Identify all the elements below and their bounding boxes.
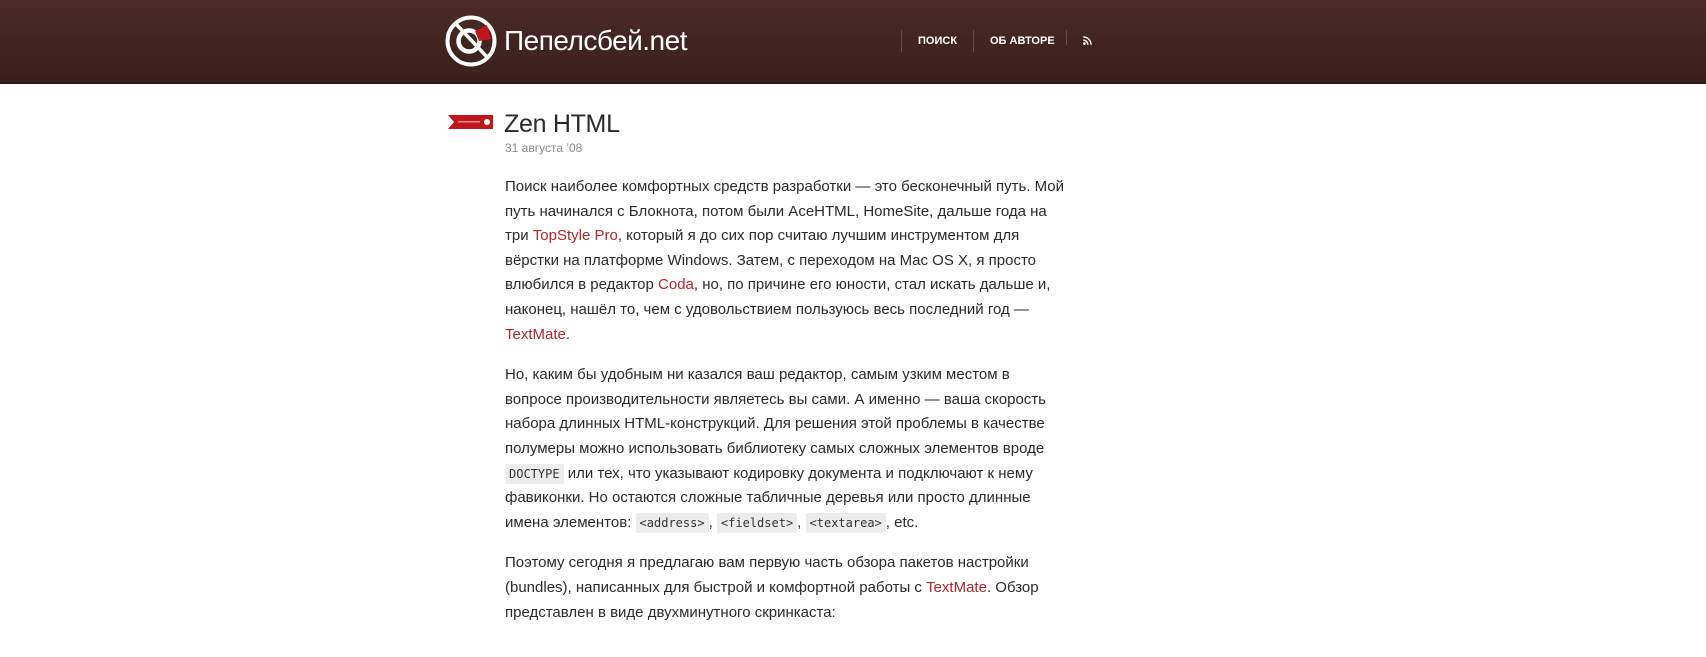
code-address: <address> [635, 512, 709, 533]
text: , [797, 513, 806, 531]
site-name: Пепелсбей.net [504, 25, 687, 56]
logo-icon [445, 15, 497, 67]
code-textarea: <textarea> [805, 512, 886, 533]
link-topstyle-pro[interactable]: TopStyle Pro [533, 227, 618, 244]
link-coda[interactable]: Coda [658, 276, 694, 293]
code-doctype: DOCTYPE [505, 463, 564, 484]
paragraph-3: Поэтому сегодня я предлагаю вам первую ч… [505, 551, 1065, 625]
link-textmate[interactable]: TextMate [505, 326, 566, 343]
text: . [565, 325, 571, 343]
nav-about-link[interactable]: ОБ АВТОРЕ [973, 30, 1071, 52]
post-content: Поиск наиболее комфортных средств разраб… [505, 175, 1065, 641]
text: , etc. [885, 513, 919, 531]
paragraph-2: Но, каким бы удобным ни казался ваш реда… [505, 363, 1065, 535]
post-title: Zen HTML [504, 110, 620, 138]
code-fieldset: <fieldset> [716, 512, 798, 533]
rss-icon [1083, 36, 1092, 45]
post-ribbon-icon [448, 115, 493, 129]
text: , [708, 513, 717, 531]
nav-search-link[interactable]: ПОИСК [901, 30, 973, 52]
site-logo-link[interactable]: Пепелсбей.net [444, 14, 687, 68]
site-header: Пепелсбей.net ПОИСК ОБ АВТОРЕ [0, 0, 1706, 84]
nav-rss-link[interactable] [1066, 30, 1108, 45]
paragraph-1: Поиск наиболее комфортных средств разраб… [505, 175, 1065, 347]
text: Но, каким бы удобным ни казался ваш реда… [505, 366, 1046, 457]
link-textmate-2[interactable]: TextMate [926, 579, 987, 596]
post-date: 31 августа ’08 [505, 141, 583, 155]
